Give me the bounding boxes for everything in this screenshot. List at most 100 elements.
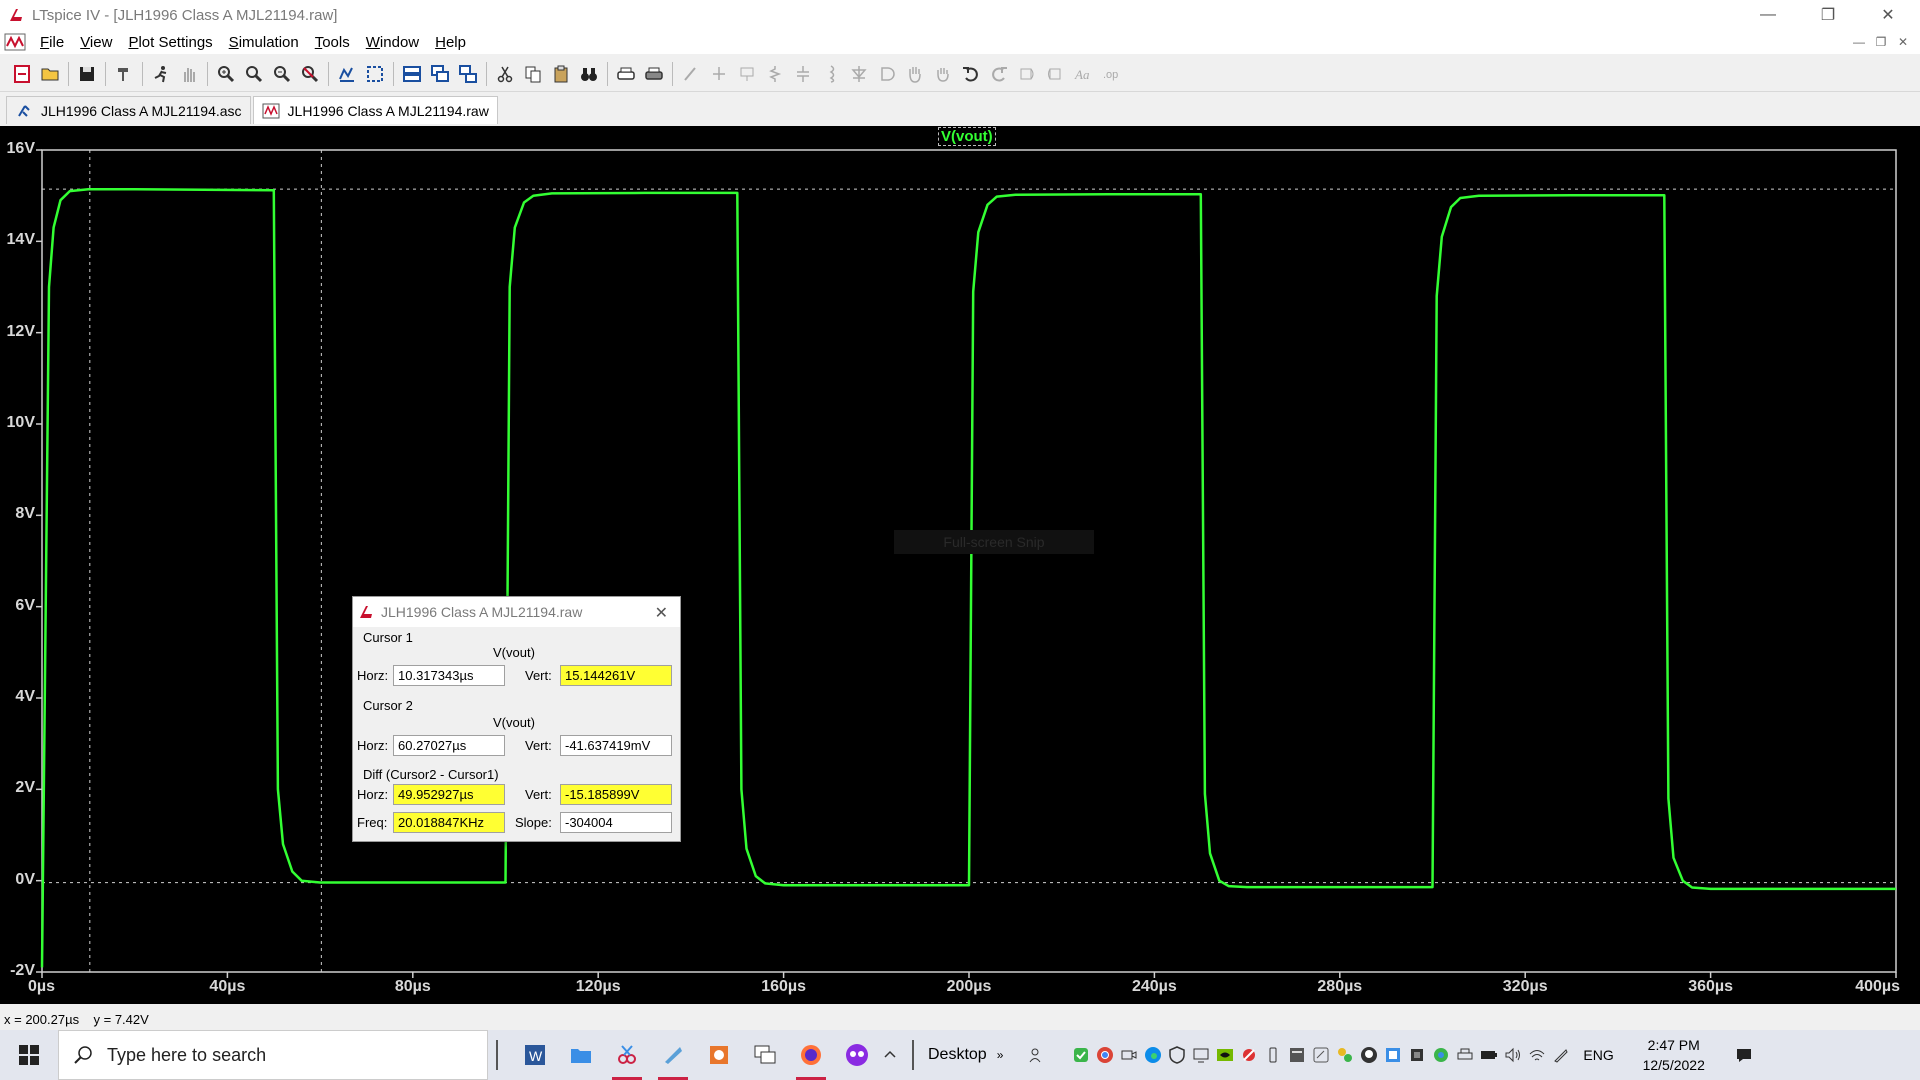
zoom-out-button[interactable]: [270, 62, 294, 86]
ground-button[interactable]: [707, 62, 731, 86]
system-clock[interactable]: 2:47 PM 12/5/2022: [1624, 1035, 1724, 1075]
menu-help[interactable]: Help: [427, 34, 474, 51]
tray-display[interactable]: [1189, 1030, 1213, 1080]
cursor1-horz-field[interactable]: 10.317343µs: [393, 665, 505, 686]
taskbar-notes[interactable]: [650, 1030, 696, 1080]
text-button[interactable]: Aa: [1071, 62, 1095, 86]
tab-waveform[interactable]: JLH1996 Class A MJL21194.raw: [252, 96, 498, 124]
start-button[interactable]: [0, 1030, 58, 1080]
cursor2-horz-field[interactable]: 60.27027µs: [393, 735, 505, 756]
slope-field[interactable]: -304004: [560, 812, 672, 833]
undo-button[interactable]: [959, 62, 983, 86]
taskbar-search[interactable]: Type here to search: [58, 1030, 488, 1080]
taskbar-app-orange[interactable]: [696, 1030, 742, 1080]
tray-wifi[interactable]: [1525, 1030, 1549, 1080]
freq-field[interactable]: 20.018847KHz: [393, 812, 505, 833]
diff-vert-field[interactable]: -15.185899V: [560, 784, 672, 805]
tray-colorful[interactable]: [1333, 1030, 1357, 1080]
tray-network-monitor[interactable]: [1381, 1030, 1405, 1080]
cursor2-vert-field[interactable]: -41.637419mV: [560, 735, 672, 756]
control-panel-button[interactable]: [112, 62, 136, 86]
tray-chrome[interactable]: [1093, 1030, 1117, 1080]
trace-label[interactable]: V(vout): [938, 127, 996, 146]
menu-plot-settings[interactable]: Plot Settings: [120, 34, 220, 51]
taskbar-multitask[interactable]: [742, 1030, 788, 1080]
taskbar-snip[interactable]: [604, 1030, 650, 1080]
cut-button[interactable]: [493, 62, 517, 86]
diff-horz-field[interactable]: 49.952927µs: [393, 784, 505, 805]
paste-button[interactable]: [549, 62, 573, 86]
notification-center-button[interactable]: [1724, 1030, 1764, 1080]
print-setup-button[interactable]: [614, 62, 638, 86]
mirror-button[interactable]: [1043, 62, 1067, 86]
language-indicator[interactable]: ENG: [1583, 1047, 1613, 1063]
close-button[interactable]: ✕: [1860, 0, 1916, 30]
menu-tools[interactable]: Tools: [307, 34, 358, 51]
diode-button[interactable]: [847, 62, 871, 86]
find-button[interactable]: [577, 62, 601, 86]
restore-button[interactable]: ❐: [1800, 0, 1856, 30]
redo-button[interactable]: [987, 62, 1011, 86]
cursor-dialog[interactable]: JLH1996 Class A MJL21194.raw ✕ Cursor 1 …: [352, 596, 681, 842]
spice-directive-button[interactable]: .op: [1099, 62, 1123, 86]
waveform-window-icon[interactable]: [4, 32, 26, 52]
tray-github[interactable]: [1357, 1030, 1381, 1080]
tray-defender[interactable]: [1165, 1030, 1189, 1080]
tray-notes[interactable]: [1309, 1030, 1333, 1080]
tray-app-red[interactable]: [1237, 1030, 1261, 1080]
cursor1-vert-field[interactable]: 15.144261V: [560, 665, 672, 686]
zoom-fit-button[interactable]: [242, 62, 266, 86]
menu-file[interactable]: File: [32, 34, 72, 51]
new-schematic-button[interactable]: [10, 62, 34, 86]
menu-window[interactable]: Window: [358, 34, 427, 51]
print-button[interactable]: [642, 62, 666, 86]
tray-volume[interactable]: [1501, 1030, 1525, 1080]
tile-horizontal-button[interactable]: [400, 62, 424, 86]
run-button[interactable]: [149, 62, 173, 86]
tray-pen[interactable]: [1549, 1030, 1573, 1080]
tray-sync[interactable]: [1429, 1030, 1453, 1080]
draw-wire-button[interactable]: [679, 62, 703, 86]
resistor-button[interactable]: [763, 62, 787, 86]
move-button[interactable]: [903, 62, 927, 86]
zoom-cancel-button[interactable]: [298, 62, 322, 86]
menu-simulation[interactable]: Simulation: [221, 34, 307, 51]
tray-usb[interactable]: [1261, 1030, 1285, 1080]
drag-button[interactable]: [931, 62, 955, 86]
inductor-button[interactable]: [819, 62, 843, 86]
taskbar-overflow[interactable]: [880, 1030, 900, 1080]
tray-keyboard[interactable]: [1285, 1030, 1309, 1080]
tile-vertical-button[interactable]: [456, 62, 480, 86]
label-net-button[interactable]: [735, 62, 759, 86]
component-button[interactable]: [875, 62, 899, 86]
rotate-button[interactable]: [1015, 62, 1039, 86]
copy-button[interactable]: [521, 62, 545, 86]
tray-printer[interactable]: [1453, 1030, 1477, 1080]
waveform-plot[interactable]: -2V 0V 2V 4V 6V 8V 10V 12V 14V 16V 0µs 40µs 80µs 120µ…: [0, 126, 1920, 1004]
zoom-in-button[interactable]: [214, 62, 238, 86]
taskbar-firefox[interactable]: [788, 1030, 834, 1080]
tray-people[interactable]: [1025, 1030, 1049, 1080]
open-button[interactable]: [38, 62, 62, 86]
mdi-minimize-button[interactable]: —: [1850, 33, 1868, 51]
double-chevron-icon[interactable]: »: [997, 1048, 1004, 1062]
minimize-button[interactable]: —: [1740, 0, 1796, 30]
tray-nvidia[interactable]: [1213, 1030, 1237, 1080]
tray-cpu[interactable]: [1405, 1030, 1429, 1080]
desktop-toolbar[interactable]: Desktop: [928, 1046, 987, 1064]
taskbar-explorer[interactable]: [558, 1030, 604, 1080]
tray-battery[interactable]: [1477, 1030, 1501, 1080]
tray-webcam[interactable]: [1117, 1030, 1141, 1080]
mdi-restore-button[interactable]: ❐: [1872, 33, 1890, 51]
dialog-title-bar[interactable]: JLH1996 Class A MJL21194.raw: [353, 597, 680, 627]
tab-schematic[interactable]: JLH1996 Class A MJL21194.asc: [6, 96, 251, 124]
mdi-close-button[interactable]: ✕: [1894, 33, 1912, 51]
taskbar-app-purple[interactable]: [834, 1030, 880, 1080]
zoom-extents-button[interactable]: [363, 62, 387, 86]
save-button[interactable]: [75, 62, 99, 86]
waveform-chart[interactable]: [0, 126, 1920, 1004]
dialog-close-button[interactable]: ✕: [655, 603, 668, 623]
autorange-button[interactable]: [335, 62, 359, 86]
taskbar-word[interactable]: W: [512, 1030, 558, 1080]
capacitor-button[interactable]: [791, 62, 815, 86]
